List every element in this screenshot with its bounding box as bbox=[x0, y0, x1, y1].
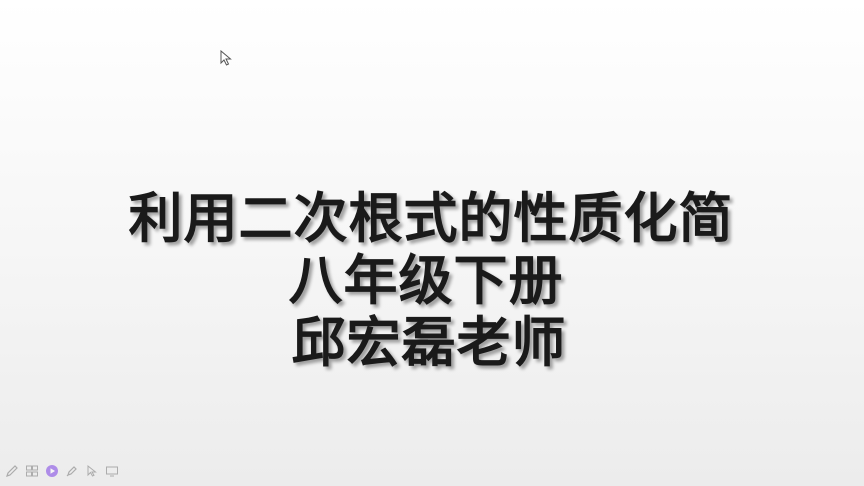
highlighter-icon[interactable] bbox=[64, 463, 80, 479]
slide-title: 利用二次根式的性质化简 bbox=[128, 187, 734, 250]
play-icon[interactable] bbox=[44, 463, 60, 479]
presentation-slide: 利用二次根式的性质化简 八年级下册 邱宏磊老师 bbox=[0, 0, 864, 486]
slideshow-toolbar bbox=[4, 462, 120, 480]
slide-subtitle: 八年级下册 bbox=[288, 249, 564, 312]
slides-grid-icon[interactable] bbox=[24, 463, 40, 479]
screen-icon[interactable] bbox=[104, 463, 120, 479]
mouse-cursor-icon bbox=[220, 50, 232, 66]
slide-author: 邱宏磊老师 bbox=[291, 311, 567, 374]
pen-icon[interactable] bbox=[4, 463, 20, 479]
slide-title-block: 利用二次根式的性质化简 八年级下册 邱宏磊老师 bbox=[0, 188, 864, 374]
pointer-icon[interactable] bbox=[84, 463, 100, 479]
